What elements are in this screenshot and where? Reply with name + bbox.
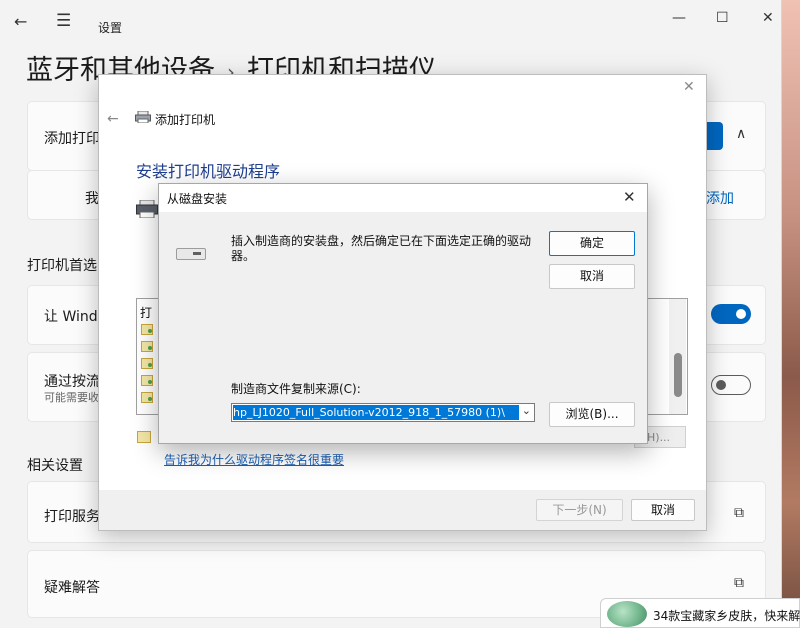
driver-icon [141,324,153,335]
list-header: 打 [140,306,153,320]
printer-not-listed-label: 我 [85,191,99,207]
close-icon[interactable]: ✕ [623,188,636,206]
browse-button[interactable]: 浏览(B)... [549,402,635,427]
next-button[interactable]: 下一步(N) [536,499,623,521]
section-printer-preferences: 打印机首选 [27,258,97,274]
dialog-footer: 下一步(N) 取消 [99,490,706,530]
troubleshoot-label: 疑难解答 [44,580,100,596]
toast-avatar [607,601,647,627]
printer-icon [136,200,158,218]
maximize-icon[interactable]: ☐ [716,10,729,26]
toast-text: 34款宝藏家乡皮肤，快来解 [653,609,800,623]
notification-toast[interactable]: 34款宝藏家乡皮肤，快来解 [600,598,800,628]
disk-drive-icon [176,248,206,260]
scrollbar-thumb[interactable] [674,353,682,397]
dialog-heading: 安装打印机驱动程序 [136,162,281,181]
external-link-icon: ⧉ [734,505,744,521]
dialog-title-bar: 从磁盘安装 ✕ [159,184,647,212]
instruction-text: 插入制造商的安装盘，然后确定已在下面选定正确的驱动器。 [231,234,532,263]
driver-icon [141,392,153,403]
dialog-title: 从磁盘安装 [167,192,228,206]
driver-signing-link[interactable]: 告诉我为什么驱动程序签名很重要 [164,451,344,468]
menu-icon[interactable]: ☰ [56,11,71,31]
source-path-value[interactable]: \hp_LJ1020_Full_Solution-v2012_918_1_579… [233,405,519,420]
add-manually-link[interactable]: 添加 [706,188,734,208]
section-related-settings: 相关设置 [27,458,83,474]
toggle-knob [716,380,726,390]
cancel-button[interactable]: 取消 [549,264,635,289]
external-link-icon: ⧉ [734,575,744,591]
print-server-label: 打印服务 [44,509,100,525]
app-title: 设置 [98,21,123,35]
chevron-up-icon[interactable]: ∧ [736,126,746,142]
chevron-down-icon[interactable]: ⌄ [522,404,531,417]
toggle-knob [736,309,746,319]
metered-download-label: 通过按流 [44,374,100,390]
close-icon[interactable]: ✕ [683,79,695,95]
cancel-button[interactable]: 取消 [631,499,695,521]
ok-button[interactable]: 确定 [549,231,635,256]
metered-download-toggle[interactable] [711,375,751,395]
source-label: 制造商文件复制来源(C): [231,382,361,396]
add-printer-label: 添加打印 [44,131,100,147]
signed-driver-icon [137,431,151,443]
driver-icon [141,375,153,386]
dialog-title: 添加打印机 [155,113,216,127]
metered-download-sub: 可能需要收 [44,391,99,404]
let-windows-manage-toggle[interactable] [711,304,751,324]
title-bar: ← ☰ 设置 — ☐ ✕ [0,0,781,40]
let-windows-manage-label: 让 Windo [44,309,107,325]
back-arrow-icon[interactable]: ← [107,111,119,127]
source-path-combobox[interactable]: \hp_LJ1020_Full_Solution-v2012_918_1_579… [231,403,535,422]
close-icon[interactable]: ✕ [762,10,774,26]
driver-icon [141,341,153,352]
add-device-button[interactable] [706,122,723,150]
back-arrow-icon[interactable]: ← [14,12,27,31]
install-from-disk-dialog: 从磁盘安装 ✕ 插入制造商的安装盘，然后确定已在下面选定正确的驱动器。 确定 取… [158,183,648,444]
printer-icon [135,111,151,123]
minimize-icon[interactable]: — [672,10,686,26]
driver-icon [141,358,153,369]
